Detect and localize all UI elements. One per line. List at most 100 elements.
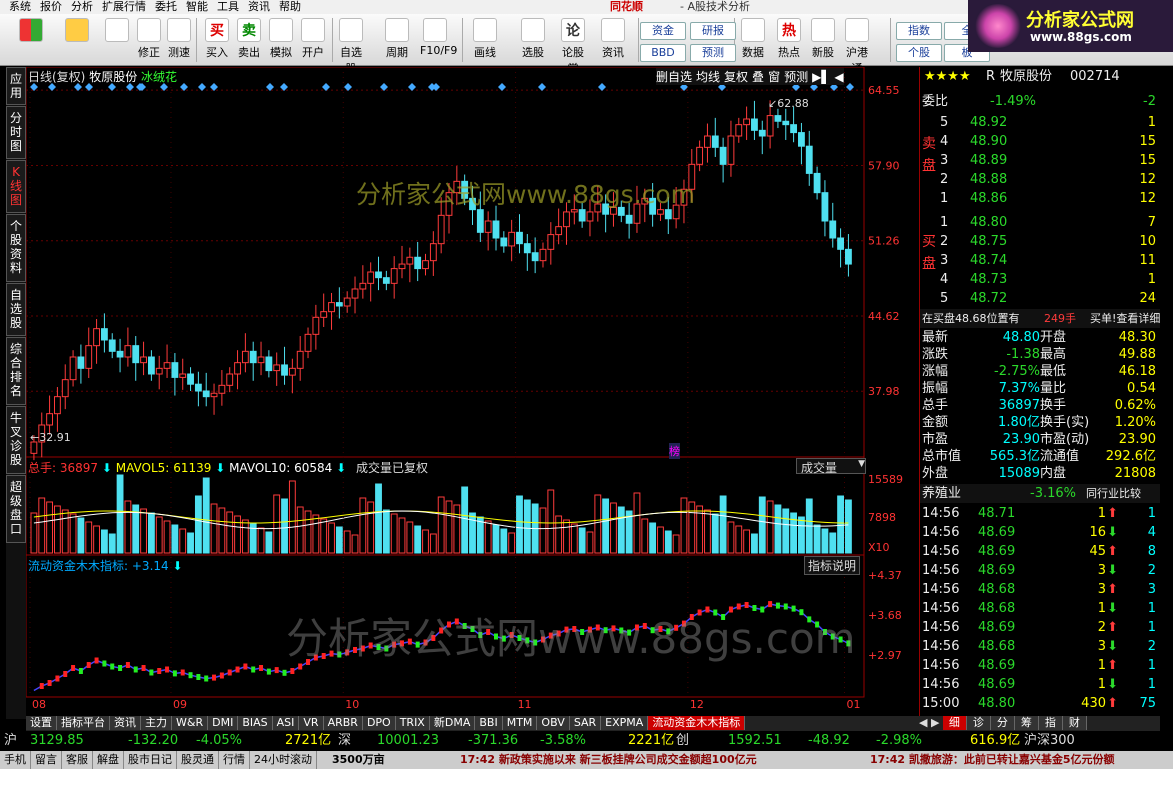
status-item-2[interactable]: 客服 [62,751,93,769]
quote-row: 外盘 15089 内盘 21808 [920,465,1160,482]
toolbar-box-2[interactable]: BBD [640,44,686,62]
sell-price: 48.86 [970,191,1008,206]
fix-button[interactable]: 修正 [134,18,164,60]
sell-price: 48.88 [970,172,1008,187]
indicator-tab-9[interactable]: ARBR [323,716,363,730]
left-tab-2[interactable]: K线图 [6,160,26,213]
menu-item-0[interactable]: 系统 [9,0,31,14]
right-tab-0[interactable]: 细 [942,716,967,730]
left-tab-5[interactable]: 综合排名 [6,337,26,405]
indicator-tab-11[interactable]: TRIX [395,716,430,730]
industry-compare-button[interactable]: 同行业比较 [1086,484,1141,503]
right-tab-2[interactable]: 分 [990,716,1015,730]
left-tab-3[interactable]: 个股资料 [6,214,26,282]
indicator-tab-16[interactable]: SAR [569,716,602,730]
status-item-3[interactable]: 解盘 [93,751,124,769]
status-item-4[interactable]: 股市日记 [124,751,177,769]
grid-button[interactable] [16,18,46,44]
status-amount: 3500万亩 [332,753,385,766]
indicator-tab-17[interactable]: EXPMA [601,716,649,730]
status-item-6[interactable]: 行情 [219,751,250,769]
menu-item-2[interactable]: 分析 [71,0,93,14]
indicator-tab-0[interactable]: 设置 [26,716,57,730]
tick-volume: 1 [1097,601,1106,616]
quote-row: 金额 1.80亿 换手(实) 1.20% [920,414,1160,431]
indicator-tab-3[interactable]: 主力 [141,716,172,730]
indicator-tab-10[interactable]: DPO [362,716,396,730]
indicator-tab-6[interactable]: BIAS [238,716,273,730]
pick-button[interactable]: 选股 [518,18,548,60]
status-item-5[interactable]: 股灵通 [177,751,219,769]
right-tab-1[interactable]: 诊 [966,716,991,730]
menu-item-6[interactable]: 工具 [217,0,239,14]
right-tab-3[interactable]: 筹 [1014,716,1039,730]
draw-button[interactable]: 画线 [470,18,500,60]
chart-btn-5[interactable]: 预测 [784,70,808,84]
open-button[interactable]: 开户 [298,18,328,60]
volume-bar [735,525,743,554]
volume-bar [570,523,578,554]
indicator-tab-5[interactable]: DMI [208,716,239,730]
bang-badge[interactable]: 榜 [669,443,680,459]
chart-btn-2[interactable]: 复权 [724,70,748,84]
menu-item-8[interactable]: 帮助 [279,0,301,14]
right-tab-5[interactable]: 财 [1062,716,1087,730]
menu-item-5[interactable]: 智能 [186,0,208,14]
chart-btn-4[interactable]: 窗 [768,70,780,84]
hs300-label[interactable]: 沪深300 [1024,731,1075,751]
f10-button[interactable]: F10/F9 [420,18,457,57]
indicator-tab-8[interactable]: VR [299,716,324,730]
toolbar-box-0[interactable]: 资金 [640,22,686,40]
indicator-tab-13[interactable]: BBI [475,716,503,730]
menu-item-4[interactable]: 委托 [155,0,177,14]
chart-btn-3[interactable]: 叠 [752,70,764,84]
newstock-button[interactable]: 新股 [808,18,838,60]
left-tab-4[interactable]: 自选股 [6,283,26,336]
scroll-left-icon[interactable]: ◀ ▶ [919,716,943,729]
back-button[interactable] [62,18,92,44]
updown-button[interactable] [102,18,132,44]
news-ticker-2[interactable]: 17:42 凯撒旅游：此前已转让嘉兴基金5亿元份额 [870,751,1115,769]
toolbar-box-3[interactable]: 预测 [690,44,736,62]
menu-item-3[interactable]: 扩展行情 [102,0,146,14]
toolbar-box-6[interactable]: 个股 [896,44,942,62]
indicator-tab-12[interactable]: 新DMA [429,716,476,730]
status-item-7[interactable]: 24小时滚动 [250,751,317,769]
status-item-0[interactable]: 手机 [0,751,31,769]
news-button[interactable]: 资讯 [598,18,628,60]
status-item-1[interactable]: 留言 [31,751,62,769]
period-button[interactable]: 周期 [382,18,412,60]
volume-dropdown[interactable]: 成交量 ▼ [796,458,866,475]
chart-btn-1[interactable]: 均线 [696,70,720,84]
indicator-tab-15[interactable]: OBV [537,716,570,730]
news-ticker-1[interactable]: 17:42 新政策实施以来 新三板挂牌公司成交金额超100亿元 [460,751,757,769]
indicator-tab-1[interactable]: 指标平台 [57,716,110,730]
volume-bar [30,512,38,554]
fav-icon [339,18,363,42]
toolbar-box-4[interactable]: 指数 [896,22,942,40]
indicator-help-button[interactable]: 指标说明 [804,556,861,575]
data-button[interactable]: 数据 [738,18,768,60]
menu-item-1[interactable]: 报价 [40,0,62,14]
indicator-tab-18[interactable]: 流动资金木木指标 [648,716,746,730]
period-label[interactable]: 日线(复权) [28,70,85,84]
indicator-tab-14[interactable]: MTM [502,716,538,730]
left-tab-6[interactable]: 牛叉诊股 [6,406,26,474]
indicator-tab-2[interactable]: 资讯 [110,716,141,730]
sell-button[interactable]: 卖卖出 [234,18,264,60]
hot-button[interactable]: 热热点 [774,18,804,60]
right-tab-4[interactable]: 指 [1038,716,1063,730]
toolbar-box-1[interactable]: 研报 [690,22,736,40]
left-tab-7[interactable]: 超级盘口 [6,475,26,543]
sim-button[interactable]: 模拟 [266,18,296,60]
left-tab-1[interactable]: 分时图 [6,106,26,159]
chart-btn-0[interactable]: 删自选 [656,70,692,84]
kline-chart[interactable]: 64.55 57.90 51.26 44.62 37.98 ↙62.88 ←32.91 155… [25,66,1017,719]
buy-button[interactable]: 买买入 [202,18,232,60]
menu-item-7[interactable]: 资讯 [248,0,270,14]
indicator-tab-4[interactable]: W&R [172,716,209,730]
speed-button[interactable]: 测速 [164,18,194,60]
chart-nav-arrow-icon[interactable]: ▶▌ ◀ [812,70,844,84]
left-tab-0[interactable]: 应用 [6,67,26,105]
indicator-tab-7[interactable]: ASI [272,716,300,730]
